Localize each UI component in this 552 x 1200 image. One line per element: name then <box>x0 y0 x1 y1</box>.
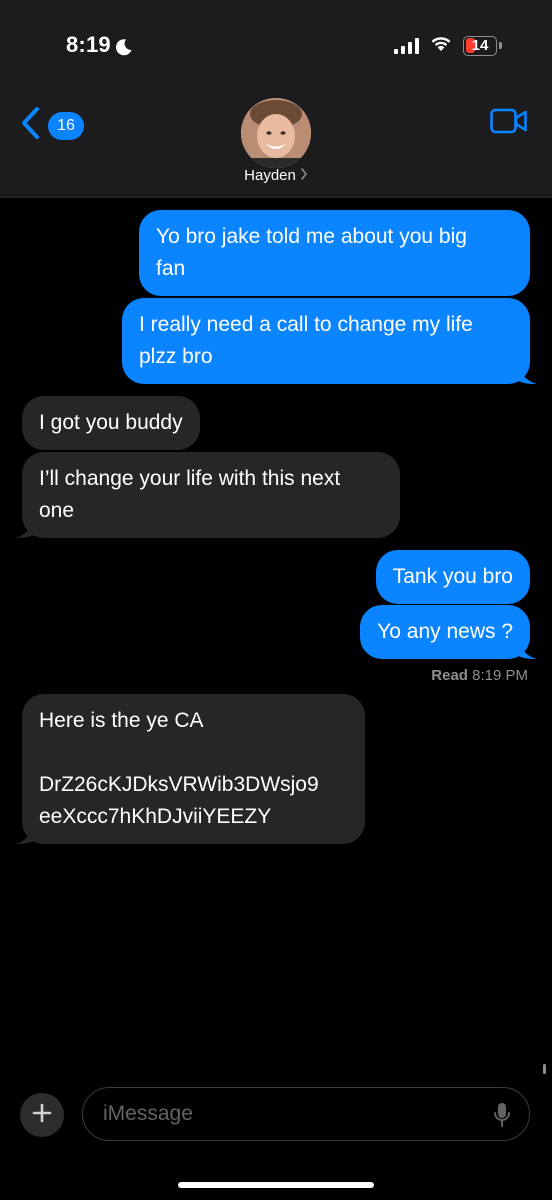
read-receipt: Read 8:19 PM <box>431 667 528 684</box>
moon-icon <box>115 36 133 56</box>
wifi-icon <box>429 34 453 57</box>
read-label: Read <box>431 667 468 684</box>
message-bubble-sent[interactable]: I really need a call to change my life p… <box>122 298 530 384</box>
back-button[interactable]: 16 <box>20 106 84 145</box>
home-indicator[interactable] <box>178 1182 374 1188</box>
read-time: 8:19 PM <box>472 667 528 684</box>
scrollbar[interactable] <box>543 1064 546 1074</box>
battery-icon: 14 <box>463 35 502 56</box>
chevron-left-icon <box>20 106 42 145</box>
unread-count-badge: 16 <box>48 111 84 140</box>
apps-plus-button[interactable] <box>20 1093 64 1137</box>
video-camera-icon <box>490 108 528 138</box>
battery-level: 14 <box>471 37 489 54</box>
message-bubble-sent[interactable]: Yo any news ? <box>360 605 530 659</box>
message-bubble-received[interactable]: Here is the ye CA DrZ26cKJDksVRWib3DWsjo… <box>22 694 365 844</box>
status-time: 8:19 <box>66 32 133 58</box>
facetime-video-button[interactable] <box>490 108 528 139</box>
contact-name-button[interactable]: Hayden <box>0 167 552 184</box>
message-bubble-received[interactable]: I’ll change your life with this next one <box>22 452 400 538</box>
conversation-header: 8:19 14 16 Hayden <box>0 0 552 198</box>
contact-name: Hayden <box>244 167 296 184</box>
plus-icon <box>32 1103 52 1128</box>
cellular-signal-icon <box>394 37 419 54</box>
chevron-right-icon <box>300 167 308 184</box>
status-time-text: 8:19 <box>66 32 111 57</box>
message-composer[interactable] <box>82 1087 530 1141</box>
contact-avatar[interactable] <box>241 98 311 168</box>
message-bubble-received[interactable]: I got you buddy <box>22 396 200 450</box>
imessage-input[interactable] <box>103 1088 463 1140</box>
message-bubble-sent[interactable]: Yo bro jake told me about you big fan <box>139 210 530 296</box>
status-icons: 14 <box>394 34 502 57</box>
message-bubble-sent[interactable]: Tank you bro <box>375 550 530 604</box>
microphone-icon[interactable] <box>493 1102 511 1133</box>
